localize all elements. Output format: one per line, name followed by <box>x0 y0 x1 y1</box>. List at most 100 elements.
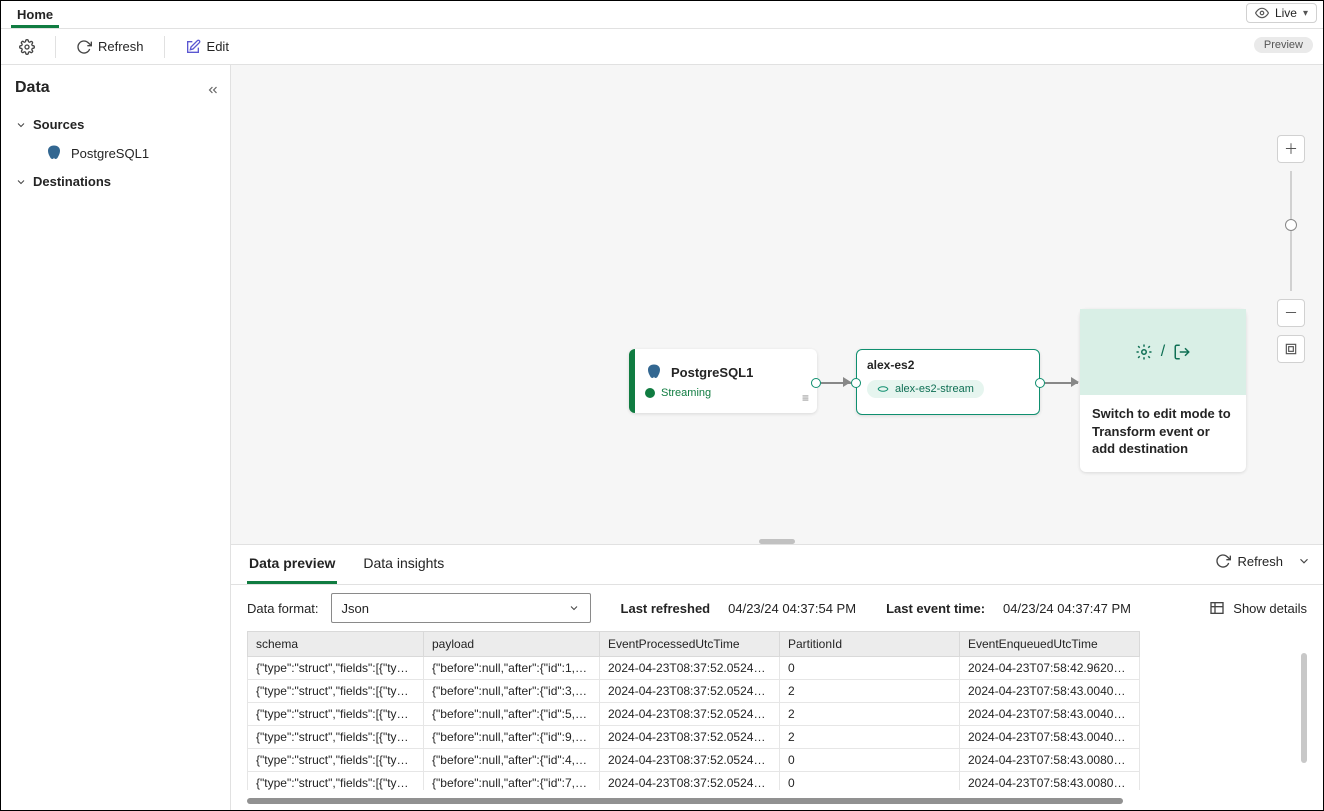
stream-pill-label: alex-es2-stream <box>895 383 974 395</box>
node-source-postgresql[interactable]: PostgreSQL1 Streaming ≡ <box>629 349 817 413</box>
panel-resize-handle[interactable] <box>759 539 795 544</box>
panel-refresh-label: Refresh <box>1237 554 1283 569</box>
cell-schema: {"type":"struct","fields":[{"type":"stru… <box>248 657 424 680</box>
cell-part: 2 <box>780 680 960 703</box>
cell-schema: {"type":"struct","fields":[{"type":"stru… <box>248 680 424 703</box>
edit-button[interactable]: Edit <box>177 35 237 59</box>
status-dot-icon <box>645 388 655 398</box>
data-format-value: Json <box>342 601 369 616</box>
tab-home[interactable]: Home <box>11 1 59 28</box>
cell-payload: {"before":null,"after":{"id":4,"usernam <box>424 749 600 772</box>
cell-proc: 2024-04-23T08:37:52.0524917Z <box>600 749 780 772</box>
canvas-wrap: ＋ － PostgreSQL1 Str <box>231 65 1323 810</box>
live-label: Live <box>1275 6 1297 20</box>
cell-proc: 2024-04-23T08:37:52.0524917Z <box>600 726 780 749</box>
sources-label: Sources <box>33 117 84 132</box>
gear-icon <box>19 39 35 55</box>
col-partitionid[interactable]: PartitionId <box>780 632 960 657</box>
cell-part: 2 <box>780 703 960 726</box>
edit-label: Edit <box>207 39 229 54</box>
cell-part: 2 <box>780 726 960 749</box>
node-source-status: Streaming <box>661 387 711 399</box>
last-event-label: Last event time: <box>886 601 985 616</box>
vertical-scrollbar[interactable] <box>1301 653 1307 763</box>
col-eventenqueued[interactable]: EventEnqueuedUtcTime <box>960 632 1140 657</box>
zoom-in-button[interactable]: ＋ <box>1277 135 1305 163</box>
bottom-panel: Data preview Data insights Refresh Data … <box>231 544 1323 810</box>
node-stream-title: alex-es2 <box>867 358 1029 372</box>
table-row[interactable]: {"type":"struct","fields":[{"type":"stru… <box>248 657 1140 680</box>
settings-button[interactable] <box>11 35 43 59</box>
zoom-controls: ＋ － <box>1277 135 1305 363</box>
cell-payload: {"before":null,"after":{"id":3,"usernam <box>424 680 600 703</box>
sidebar-item-postgresql[interactable]: PostgreSQL1 <box>15 138 220 168</box>
collapse-sidebar-icon[interactable] <box>206 83 220 97</box>
output-icon <box>1173 343 1191 361</box>
tab-data-insights[interactable]: Data insights <box>361 545 446 584</box>
cell-enq: 2024-04-23T07:58:43.0080000Z <box>960 772 1140 791</box>
table-wrap: schema payload EventProcessedUtcTime Par… <box>247 631 1307 790</box>
hint-text: Switch to edit mode to Transform event o… <box>1080 395 1246 472</box>
last-event-value: 04/23/24 04:37:47 PM <box>1003 601 1131 616</box>
cell-proc: 2024-04-23T08:37:52.0524917Z <box>600 657 780 680</box>
chevron-down-icon: ▾ <box>1303 8 1308 19</box>
data-format-label: Data format: <box>247 601 319 616</box>
hint-top: / <box>1080 309 1246 395</box>
zoom-slider[interactable] <box>1290 171 1292 291</box>
arrow-icon <box>1071 377 1079 387</box>
cell-schema: {"type":"struct","fields":[{"type":"stru… <box>248 726 424 749</box>
horizontal-scrollbar[interactable] <box>247 798 1123 804</box>
live-dropdown[interactable]: Live ▾ <box>1246 3 1317 23</box>
last-refreshed-label: Last refreshed <box>621 601 711 616</box>
cell-enq: 2024-04-23T07:58:43.0040000Z <box>960 680 1140 703</box>
destinations-label: Destinations <box>33 174 111 189</box>
zoom-out-button[interactable]: － <box>1277 299 1305 327</box>
col-schema[interactable]: schema <box>248 632 424 657</box>
data-table: schema payload EventProcessedUtcTime Par… <box>247 631 1140 790</box>
last-refreshed-value: 04/23/24 04:37:54 PM <box>728 601 856 616</box>
chevron-down-icon <box>15 176 27 188</box>
panel-tabs: Data preview Data insights Refresh <box>231 545 1323 585</box>
col-payload[interactable]: payload <box>424 632 600 657</box>
node-stream[interactable]: alex-es2 alex-es2-stream <box>856 349 1040 415</box>
cell-payload: {"before":null,"after":{"id":1,"usernam <box>424 657 600 680</box>
data-format-select[interactable]: Json <box>331 593 591 623</box>
table-row[interactable]: {"type":"struct","fields":[{"type":"stru… <box>248 680 1140 703</box>
toolbar: Refresh Edit Preview <box>1 29 1323 65</box>
node-hint[interactable]: / Switch to edit mode to Transform event… <box>1080 309 1246 472</box>
tab-data-preview[interactable]: Data preview <box>247 545 337 584</box>
zoom-fit-button[interactable] <box>1277 335 1305 363</box>
table-row[interactable]: {"type":"struct","fields":[{"type":"stru… <box>248 749 1140 772</box>
sidebar-group-destinations[interactable]: Destinations <box>15 168 220 195</box>
cell-schema: {"type":"struct","fields":[{"type":"stru… <box>248 772 424 791</box>
sidebar: Data Sources PostgreSQL1 Destinations <box>1 65 231 810</box>
panel-refresh-button[interactable]: Refresh <box>1215 553 1283 569</box>
chevron-down-icon <box>15 119 27 131</box>
refresh-button[interactable]: Refresh <box>68 35 152 59</box>
table-row[interactable]: {"type":"struct","fields":[{"type":"stru… <box>248 726 1140 749</box>
main-area: Data Sources PostgreSQL1 Destinations <box>1 65 1323 810</box>
hint-slash: / <box>1161 343 1165 361</box>
sidebar-group-sources[interactable]: Sources <box>15 111 220 138</box>
refresh-label: Refresh <box>98 39 144 54</box>
port-in-stream[interactable] <box>851 378 861 388</box>
table-row[interactable]: {"type":"struct","fields":[{"type":"stru… <box>248 703 1140 726</box>
postgresql-icon <box>645 363 663 381</box>
chevron-down-icon <box>568 602 580 614</box>
zoom-thumb[interactable] <box>1285 219 1297 231</box>
stream-icon <box>877 383 889 395</box>
cell-payload: {"before":null,"after":{"id":7,"usernam <box>424 772 600 791</box>
table-row[interactable]: {"type":"struct","fields":[{"type":"stru… <box>248 772 1140 791</box>
chevron-down-icon[interactable] <box>1297 554 1311 568</box>
node-menu-icon[interactable]: ≡ <box>802 391 809 405</box>
cell-payload: {"before":null,"after":{"id":5,"usernam <box>424 703 600 726</box>
cell-schema: {"type":"struct","fields":[{"type":"stru… <box>248 703 424 726</box>
canvas[interactable]: ＋ － PostgreSQL1 Str <box>231 65 1323 544</box>
show-details-label: Show details <box>1233 601 1307 616</box>
show-details-button[interactable]: Show details <box>1209 600 1307 616</box>
node-source-title: PostgreSQL1 <box>671 365 753 380</box>
port-out-stream[interactable] <box>1035 378 1045 388</box>
stream-pill: alex-es2-stream <box>867 380 984 398</box>
port-out-source[interactable] <box>811 378 821 388</box>
col-eventprocessed[interactable]: EventProcessedUtcTime <box>600 632 780 657</box>
